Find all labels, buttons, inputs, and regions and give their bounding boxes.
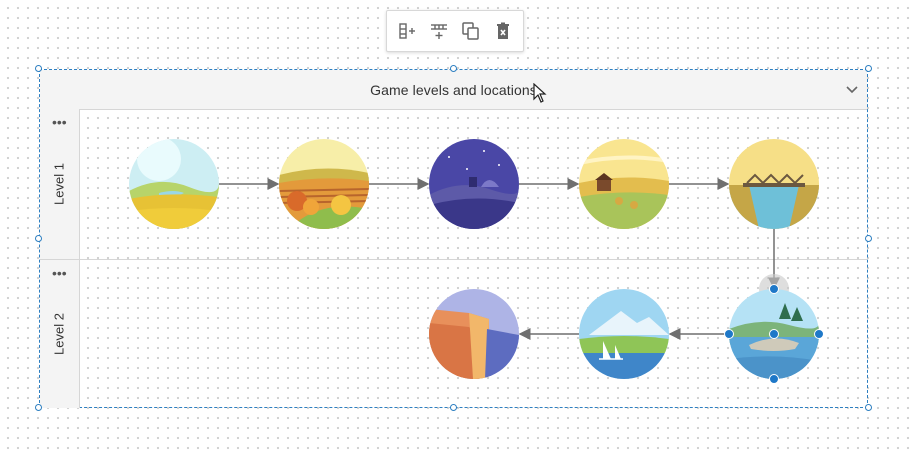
meadow-node[interactable] [129,139,219,229]
mountain-lake-node[interactable] [579,289,669,379]
connection-handle[interactable] [814,329,824,339]
canyon-node[interactable] [429,289,519,379]
connection-handle[interactable] [724,329,734,339]
farm-node[interactable] [579,139,669,229]
autumn-fields-node[interactable] [279,139,369,229]
night-village-node[interactable] [429,139,519,229]
bridge-node[interactable] [729,139,819,229]
connection-handle[interactable] [769,284,779,294]
connection-handle[interactable] [769,329,779,339]
mouse-cursor-icon [533,83,547,103]
connection-handle[interactable] [769,374,779,384]
